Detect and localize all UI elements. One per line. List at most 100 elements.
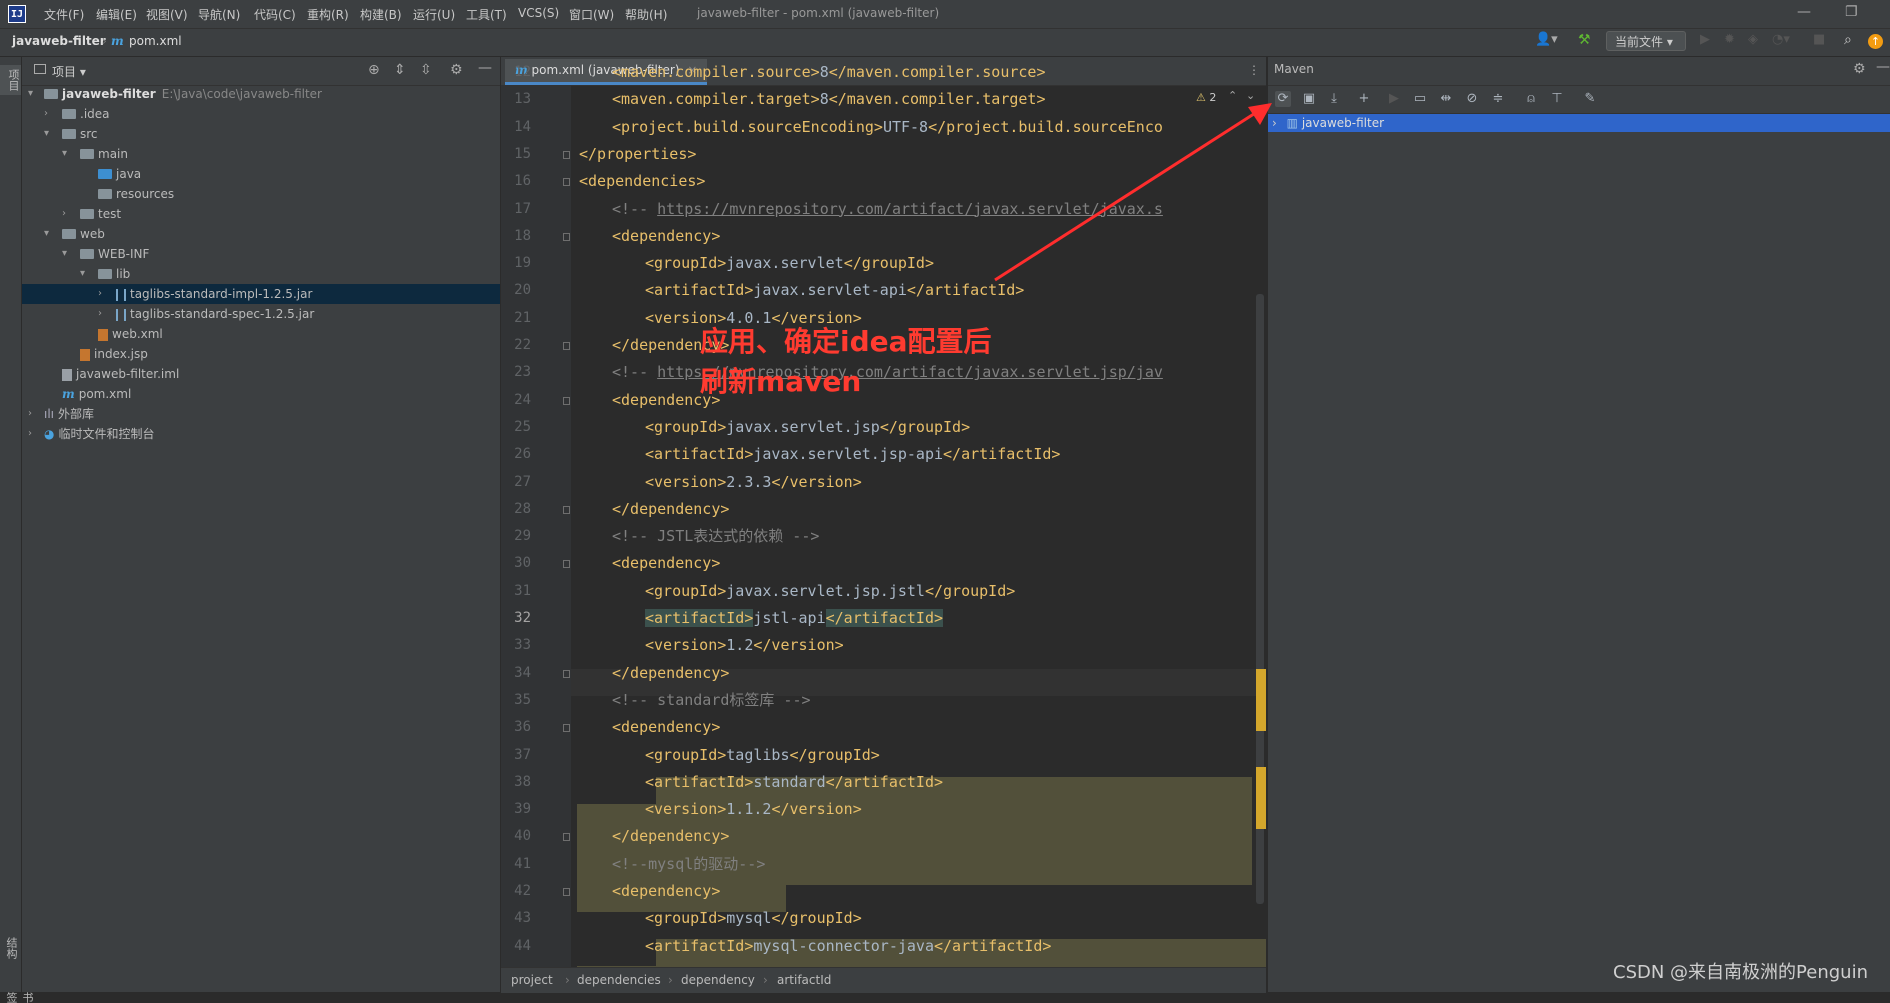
settings-gear-icon[interactable]: ⚙ <box>1853 61 1866 77</box>
toggle-offline-icon[interactable]: ⇹ <box>1438 91 1454 107</box>
menu-help[interactable]: 帮助(H) <box>625 6 667 23</box>
settings-gear-icon[interactable]: ⚙ <box>450 62 463 78</box>
execute-goal-icon[interactable]: ▭ <box>1412 91 1428 107</box>
bookmarks-tool-tab[interactable]: 书签 <box>3 992 35 1003</box>
stop-icon[interactable]: ■ <box>1813 32 1825 52</box>
code-line[interactable]: </dependency> <box>612 496 729 523</box>
menu-navigate[interactable]: 导航(N) <box>198 6 240 23</box>
warning-stripe-mark[interactable] <box>1256 669 1266 731</box>
menu-file[interactable]: 文件(F) <box>44 6 84 23</box>
tree-row-web-xml[interactable]: web.xml <box>22 324 500 344</box>
tree-row-main[interactable]: ▾ main <box>22 144 500 164</box>
tree-row-jar-impl[interactable]: › taglibs-standard-impl-1.2.5.jar <box>22 284 500 304</box>
fold-marker-icon[interactable] <box>563 669 570 678</box>
menu-code[interactable]: 代码(C) <box>254 6 296 23</box>
run-icon[interactable]: ▶ <box>1700 32 1710 52</box>
skip-tests-icon[interactable]: ⊘ <box>1464 91 1480 107</box>
chevron-right-icon[interactable]: › <box>44 104 56 124</box>
collapse-all-icon[interactable]: ⇳ <box>420 62 432 78</box>
chevron-right-icon[interactable]: › <box>62 204 74 224</box>
search-icon[interactable]: ⌕ <box>1844 32 1852 52</box>
code-line[interactable]: <version>1.2</version> <box>645 632 844 659</box>
code-line[interactable]: <dependency> <box>612 878 720 905</box>
generate-sources-icon[interactable]: ▣ <box>1301 91 1317 107</box>
warning-stripe-mark[interactable] <box>1256 767 1266 829</box>
chevron-down-icon[interactable]: ▾ <box>28 84 40 104</box>
fold-marker-icon[interactable] <box>563 505 570 514</box>
debug-icon[interactable]: ✹ <box>1724 32 1735 52</box>
tree-row-java[interactable]: java <box>22 164 500 184</box>
fold-marker-icon[interactable] <box>563 396 570 405</box>
chevron-down-icon[interactable]: ▾ <box>80 264 92 284</box>
breadcrumb-artifactid-tag[interactable]: artifactId <box>777 973 831 987</box>
download-sources-icon[interactable]: ⤓ <box>1326 91 1342 107</box>
chevron-down-icon[interactable]: ▾ <box>44 224 56 244</box>
tree-row-web-inf[interactable]: ▾ WEB-INF <box>22 244 500 264</box>
restore-icon[interactable]: ❐ <box>1845 4 1858 20</box>
breadcrumb-file[interactable]: pom.xml <box>129 34 182 48</box>
code-line[interactable]: <!-- standard标签库 --> <box>612 687 811 714</box>
build-hammer-icon[interactable]: ⚒ <box>1578 32 1591 52</box>
project-tool-tab[interactable]: 项目 <box>0 65 21 95</box>
code-line[interactable]: <dependency> <box>612 223 720 250</box>
fold-marker-icon[interactable] <box>563 833 570 842</box>
fold-marker-icon[interactable] <box>563 342 570 350</box>
menu-window[interactable]: 窗口(W) <box>569 6 614 23</box>
chevron-down-icon[interactable]: ▾ <box>62 144 74 164</box>
tree-row-external-libraries[interactable]: › ılı 外部库 <box>22 404 500 424</box>
code-line[interactable]: <dependency> <box>612 550 720 577</box>
code-line[interactable]: <dependencies> <box>579 168 705 195</box>
fold-marker-icon[interactable] <box>563 560 570 569</box>
fold-marker-icon[interactable] <box>563 724 570 733</box>
breadcrumb-project[interactable]: javaweb-filter <box>12 34 106 48</box>
menu-tools[interactable]: 工具(T) <box>466 6 507 23</box>
intellij-logo-icon[interactable]: IJ <box>8 5 26 23</box>
code-line[interactable]: <!-- JSTL表达式的依赖 --> <box>612 523 819 550</box>
maven-settings-wrench-icon[interactable]: ✎ <box>1582 91 1598 107</box>
add-maven-project-icon[interactable]: + <box>1356 91 1372 107</box>
update-icon[interactable]: ↑ <box>1868 34 1883 49</box>
code-line[interactable]: <maven.compiler.target>8</maven.compiler… <box>612 86 1046 113</box>
code-line[interactable]: </dependency> <box>612 823 729 850</box>
breadcrumb-dependencies-tag[interactable]: dependencies <box>577 973 661 987</box>
tree-row-resources[interactable]: resources <box>22 184 500 204</box>
expand-all-icon[interactable]: ⊤ <box>1549 91 1565 107</box>
hide-panel-icon[interactable]: — <box>478 60 492 76</box>
locate-icon[interactable]: ⊕ <box>368 62 380 78</box>
code-line[interactable]: <version>2.3.3</version> <box>645 469 862 496</box>
tree-row-iml[interactable]: javaweb-filter.iml <box>22 364 500 384</box>
tree-row-idea[interactable]: › .idea <box>22 104 500 124</box>
profile-icon[interactable]: ◔▾ <box>1772 32 1790 52</box>
show-dependencies-icon[interactable]: ⍝ <box>1523 91 1539 107</box>
user-icon[interactable]: 👤▾ <box>1535 32 1558 52</box>
code-line[interactable]: <artifactId>jstl-api</artifactId> <box>645 605 944 632</box>
minimize-icon[interactable]: — <box>1797 4 1811 20</box>
tree-row-test[interactable]: › test <box>22 204 500 224</box>
expand-all-icon[interactable]: ⇕ <box>394 62 406 78</box>
maven-project-row[interactable]: › ▥ javaweb-filter <box>1268 114 1890 132</box>
breadcrumb-dependency-tag[interactable]: dependency <box>681 973 755 987</box>
tree-row-project-root[interactable]: ▾ javaweb-filter E:\Java\code\javaweb-fil… <box>22 84 500 104</box>
tree-row-index-jsp[interactable]: index.jsp <box>22 344 500 364</box>
chevron-right-icon[interactable]: › <box>98 284 110 304</box>
code-line[interactable]: <groupId>javax.servlet.jsp</groupId> <box>645 414 970 441</box>
code-line[interactable]: </properties> <box>579 141 696 168</box>
code-line[interactable]: <groupId>javax.servlet.jsp.jstl</groupId… <box>645 578 1015 605</box>
code-line[interactable]: <artifactId>javax.servlet-api</artifactI… <box>645 277 1024 304</box>
code-line[interactable]: <artifactId>standard</artifactId> <box>645 769 943 796</box>
tree-row-scratches[interactable]: › ◕ 临时文件和控制台 <box>22 424 500 444</box>
chevron-right-icon[interactable]: › <box>98 304 110 324</box>
run-maven-build-icon[interactable]: ▶ <box>1386 91 1402 107</box>
code-line[interactable]: <maven.compiler.source>8</maven.compiler… <box>612 59 1046 86</box>
menu-build[interactable]: 构建(B) <box>360 6 402 23</box>
code-line[interactable]: <groupId>javax.servlet</groupId> <box>645 250 934 277</box>
code-line[interactable]: <dependency> <box>612 714 720 741</box>
chevron-down-icon[interactable]: ▾ <box>62 244 74 264</box>
tree-row-web[interactable]: ▾ web <box>22 224 500 244</box>
fold-marker-icon[interactable] <box>563 888 570 896</box>
menu-edit[interactable]: 编辑(E) <box>96 6 137 23</box>
code-line[interactable]: <groupId>mysql</groupId> <box>645 905 862 932</box>
code-line[interactable]: <artifactId>mysql-connector-java</artifa… <box>645 933 1051 960</box>
menu-view[interactable]: 视图(V) <box>146 6 188 23</box>
tree-row-lib[interactable]: ▾ lib <box>22 264 500 284</box>
